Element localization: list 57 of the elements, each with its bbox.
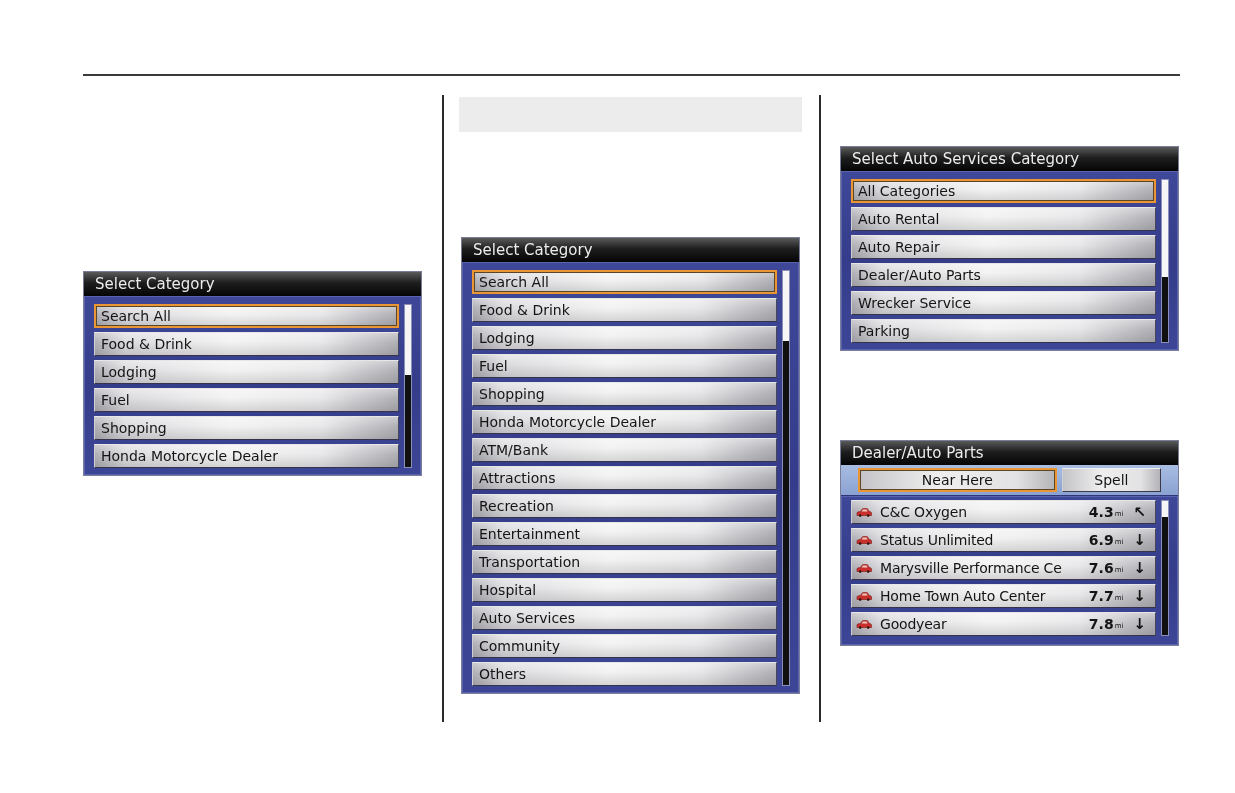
tab-button[interactable]: Spell: [1061, 468, 1161, 492]
menu-item[interactable]: Auto Services: [472, 606, 777, 630]
menu-item[interactable]: Transportation: [472, 550, 777, 574]
menu-item[interactable]: Food & Drink: [94, 332, 399, 356]
scrollbar[interactable]: [404, 304, 412, 468]
menu-item[interactable]: Others: [472, 662, 777, 686]
arrow-icon: ↓: [1133, 560, 1146, 576]
menu-item[interactable]: All Categories: [851, 179, 1156, 203]
car-icon: [856, 591, 872, 601]
arrow-icon: ↓: [1133, 588, 1146, 604]
menu-item[interactable]: Wrecker Service: [851, 291, 1156, 315]
car-icon: [856, 619, 872, 629]
arrow-icon: ↓: [1133, 532, 1146, 548]
car-icon: [856, 535, 872, 545]
menu-item[interactable]: Dealer/Auto Parts: [851, 263, 1156, 287]
menu-item[interactable]: Auto Rental: [851, 207, 1156, 231]
menu-item[interactable]: Parking: [851, 319, 1156, 343]
menu-item[interactable]: Shopping: [94, 416, 399, 440]
menu-item[interactable]: Fuel: [472, 354, 777, 378]
place-name: Goodyear: [880, 616, 948, 632]
distance: 7.6: [1088, 560, 1114, 576]
menu-item[interactable]: Attractions: [472, 466, 777, 490]
menu-item[interactable]: ATM/Bank: [472, 438, 777, 462]
distance: 6.9: [1088, 532, 1114, 548]
menu-item[interactable]: Search All: [94, 304, 399, 328]
scrollbar[interactable]: [1161, 179, 1169, 343]
menu-item[interactable]: Entertainment: [472, 522, 777, 546]
menu-item[interactable]: Fuel: [94, 388, 399, 412]
distance: 7.7: [1088, 588, 1114, 604]
menu-item[interactable]: Honda Motorcycle Dealer: [472, 410, 777, 434]
screen-title: Dealer/Auto Parts: [841, 441, 1178, 465]
car-icon: [856, 563, 872, 573]
menu-item[interactable]: Community: [472, 634, 777, 658]
place-name: C&C Oxygen: [880, 504, 968, 520]
menu-item[interactable]: Lodging: [94, 360, 399, 384]
car-icon: [856, 507, 872, 517]
arrow-icon: ↓: [1133, 616, 1146, 632]
menu-item[interactable]: Search All: [472, 270, 777, 294]
menu-item[interactable]: Lodging: [472, 326, 777, 350]
menu-item[interactable]: Auto Repair: [851, 235, 1156, 259]
scrollbar[interactable]: [1161, 500, 1169, 636]
menu-item[interactable]: Shopping: [472, 382, 777, 406]
distance: 4.3: [1088, 504, 1114, 520]
menu-item[interactable]: Recreation: [472, 494, 777, 518]
screen-title: Select Category: [84, 272, 421, 296]
tab-button[interactable]: Near Here: [858, 468, 1057, 492]
place-name: Home Town Auto Center: [880, 588, 1047, 604]
screen-title: Select Auto Services Category: [841, 147, 1178, 171]
menu-item[interactable]: Honda Motorcycle Dealer: [94, 444, 399, 468]
distance: 7.8: [1088, 616, 1114, 632]
arrow-icon: ↖: [1133, 504, 1146, 520]
menu-item[interactable]: Food & Drink: [472, 298, 777, 322]
place-name: Status Unlimited: [880, 532, 995, 548]
menu-item[interactable]: Hospital: [472, 578, 777, 602]
scrollbar[interactable]: [782, 270, 790, 686]
place-name: Marysville Performance Ce: [880, 560, 1063, 576]
screen-title: Select Category: [462, 238, 799, 262]
